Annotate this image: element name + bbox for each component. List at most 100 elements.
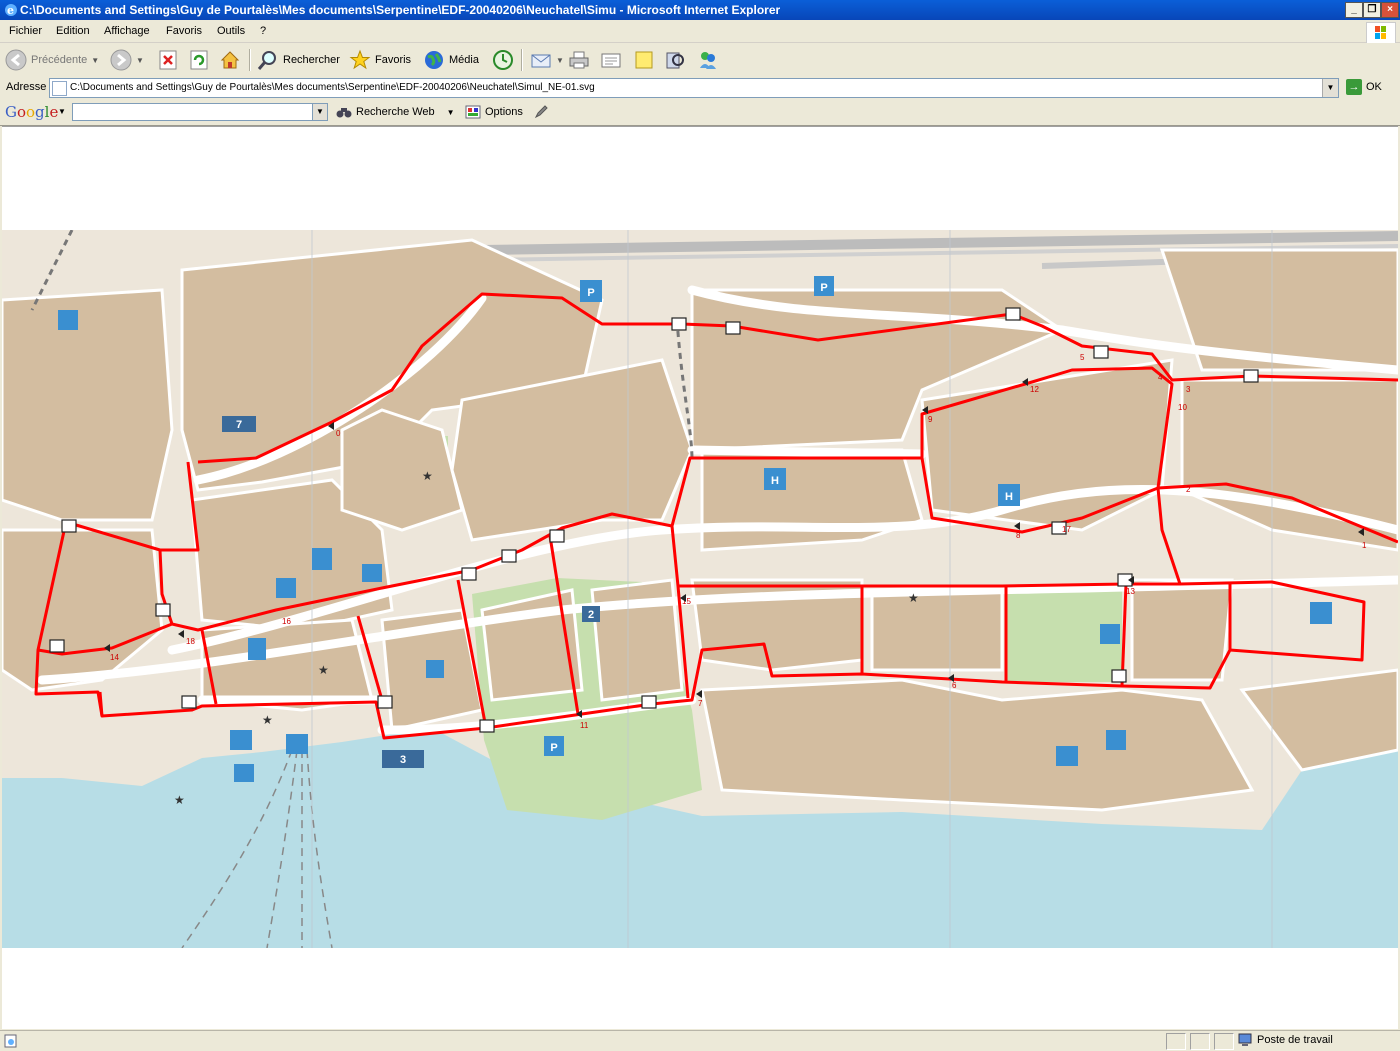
printer-icon	[569, 51, 589, 69]
marker-label: 7	[698, 699, 703, 708]
toolbar-separator	[521, 49, 523, 71]
google-menu-dropdown-icon[interactable]: ▼	[58, 107, 66, 116]
marker-label: 6	[952, 681, 957, 690]
city-map: 7 2 3 P P H H P 0 1 2 3 4 5 6 7 8 9 10 1…	[2, 230, 1398, 948]
history-button[interactable]	[492, 48, 514, 72]
go-label: OK	[1366, 81, 1382, 93]
poi-icon	[234, 764, 254, 782]
mail-dropdown-icon[interactable]: ▼	[556, 56, 564, 65]
address-bar: Adresse C:\Documents and Settings\Guy de…	[0, 77, 1400, 100]
block-3-label: 3	[400, 754, 406, 766]
marker-label: 9	[928, 415, 933, 424]
poi-icon	[362, 564, 382, 582]
web-search-dropdown-icon[interactable]: ▼	[447, 108, 455, 117]
options-icon	[465, 105, 481, 119]
marker-label: 18	[186, 637, 195, 646]
research-button[interactable]	[664, 48, 686, 72]
menu-favoris[interactable]: Favoris	[166, 25, 202, 37]
address-dropdown-icon[interactable]: ▼	[1322, 79, 1338, 97]
google-search-input[interactable]	[72, 103, 314, 121]
page-content: 7 2 3 P P H H P 0 1 2 3 4 5 6 7 8 9 10 1…	[2, 126, 1398, 1029]
window-title: C:\Documents and Settings\Guy de Pourtal…	[20, 3, 781, 17]
poi-icon	[286, 734, 308, 754]
go-button[interactable]: → OK	[1346, 79, 1382, 95]
google-toolbar: Google ▼ ▼ Recherche Web ▼ Options	[0, 99, 1400, 126]
search-button[interactable]: Rechercher	[257, 48, 340, 72]
status-cell	[1166, 1033, 1186, 1050]
favorites-button[interactable]: Favoris	[349, 48, 411, 72]
poi-icon	[1100, 624, 1120, 644]
status-cell	[1190, 1033, 1210, 1050]
edit-button[interactable]	[600, 48, 622, 72]
search-label: Rechercher	[283, 54, 340, 66]
svg-text:★: ★	[318, 663, 329, 677]
marker-label: 13	[1126, 587, 1135, 596]
internet-explorer-icon: e	[5, 4, 17, 17]
note-icon	[635, 51, 653, 69]
menu-help[interactable]: ?	[260, 25, 266, 37]
stop-icon	[159, 50, 177, 70]
messenger-icon	[700, 52, 716, 69]
refresh-button[interactable]	[188, 48, 210, 72]
minimize-button[interactable]: _	[1345, 2, 1363, 18]
back-dropdown-icon[interactable]: ▼	[91, 56, 99, 65]
poi-icon	[1106, 730, 1126, 750]
marker-label: 14	[110, 653, 119, 662]
forward-arrow-icon	[110, 49, 132, 71]
parking-label: P	[550, 742, 557, 754]
menu-outils[interactable]: Outils	[217, 25, 245, 37]
back-button[interactable]: Précédente ▼	[5, 48, 99, 72]
stop-button[interactable]	[157, 48, 179, 72]
svg-text:★: ★	[174, 793, 185, 807]
marker-label: 10	[1178, 403, 1187, 412]
computer-icon	[1238, 1033, 1252, 1046]
menu-edition[interactable]: Edition	[56, 25, 90, 37]
options-button[interactable]: Options	[465, 105, 523, 119]
history-icon	[493, 50, 513, 70]
back-label: Précédente	[31, 54, 88, 66]
mail-icon	[531, 54, 551, 68]
marker-label: 16	[282, 617, 291, 626]
home-button[interactable]	[219, 48, 241, 72]
options-label: Options	[485, 106, 523, 118]
page-icon	[52, 81, 67, 96]
security-zone: Poste de travail	[1238, 1033, 1333, 1047]
print-button[interactable]	[568, 48, 590, 72]
web-search-button[interactable]: Recherche Web ▼	[336, 105, 455, 119]
address-label: Adresse	[6, 81, 47, 93]
address-field[interactable]: C:\Documents and Settings\Guy de Pourtal…	[49, 78, 1339, 98]
marker-label: 0	[336, 429, 341, 438]
forward-dropdown-icon[interactable]: ▼	[136, 56, 144, 65]
marker-label: 12	[1030, 385, 1039, 394]
forward-button[interactable]: ▼	[110, 48, 144, 72]
messenger-button[interactable]	[697, 48, 719, 72]
toolbar-separator	[249, 49, 251, 71]
menu-affichage[interactable]: Affichage	[104, 25, 150, 37]
back-arrow-icon	[5, 49, 27, 71]
poi-icon	[426, 660, 444, 678]
poi-icon	[230, 730, 252, 750]
address-value[interactable]: C:\Documents and Settings\Guy de Pourtal…	[70, 82, 595, 93]
marker-label: 3	[1186, 385, 1191, 394]
pencil-icon	[534, 105, 548, 119]
mail-button[interactable]: ▼	[530, 48, 564, 72]
windows-logo-icon	[1366, 22, 1396, 44]
close-button[interactable]: ×	[1381, 2, 1399, 18]
parking-label: P	[587, 287, 594, 299]
media-label: Média	[449, 54, 479, 66]
refresh-icon	[190, 50, 208, 70]
google-logo[interactable]: Google	[5, 103, 58, 121]
discuss-button[interactable]	[633, 48, 655, 72]
poi-icon	[1310, 602, 1332, 624]
restore-button[interactable]: ❐	[1363, 2, 1381, 18]
menu-bar: Fichier Edition Affichage Favoris Outils…	[0, 20, 1400, 43]
zone-label: Poste de travail	[1257, 1034, 1333, 1046]
menu-fichier[interactable]: Fichier	[9, 25, 42, 37]
marker-label: 8	[1016, 531, 1021, 540]
google-search-dropdown-icon[interactable]: ▼	[312, 103, 328, 121]
edit-icon	[601, 53, 621, 68]
highlight-button[interactable]	[534, 105, 548, 119]
svg-text:★: ★	[908, 591, 919, 605]
media-button[interactable]: Média	[423, 48, 479, 72]
page-status-icon	[4, 1034, 17, 1048]
